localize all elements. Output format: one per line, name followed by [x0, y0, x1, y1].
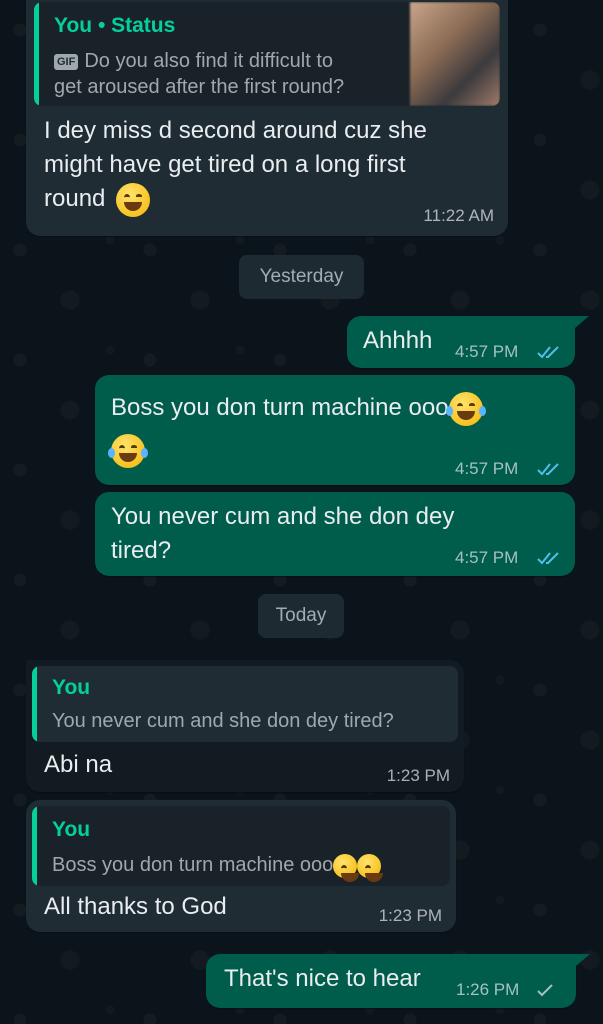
- double-check-icon: [537, 346, 559, 359]
- message-time: 4:57 PM: [455, 459, 519, 478]
- grinning-emoji: [116, 182, 151, 217]
- status-thumbnail: [410, 2, 500, 106]
- gif-badge: GIF: [54, 53, 79, 70]
- message-text: Boss you don turn machine ooo: [108, 391, 561, 468]
- quote-text: GIF Do you also find it difficult to get …: [54, 50, 345, 98]
- quote-text: Boss you don turn machine ooo: [52, 852, 384, 882]
- message-time: 1:23 PM: [378, 906, 442, 925]
- message-text: All thanks to God: [44, 893, 227, 920]
- message-text: Ahhhh: [363, 327, 433, 354]
- quote-author: You: [52, 818, 91, 841]
- tears-of-joy-emoji: [357, 853, 384, 882]
- quote-author: You • Status: [54, 14, 176, 37]
- outgoing-message[interactable]: Boss you don turn machine ooo 4:57 PM: [95, 375, 575, 485]
- incoming-message[interactable]: You • Status GIF Do you also find it diff…: [26, 0, 508, 236]
- message-text: I dey miss d second around cuz she might…: [44, 114, 494, 217]
- message-time: 4:57 PM: [455, 548, 519, 567]
- message-tail: [575, 316, 589, 328]
- tears-of-joy-emoji: [108, 433, 148, 468]
- message-text: That's nice to hear: [224, 965, 421, 992]
- double-check-icon: [537, 552, 559, 565]
- outgoing-message[interactable]: Ahhhh 4:57 PM: [347, 316, 575, 368]
- tears-of-joy-emoji: [333, 853, 360, 882]
- quoted-message[interactable]: You Boss you don turn machine ooo: [32, 806, 450, 886]
- message-time: 1:26 PM: [456, 980, 520, 999]
- double-check-icon: [537, 463, 559, 476]
- outgoing-message[interactable]: You never cum and she don dey tired? 4:5…: [95, 492, 575, 576]
- message-text: Abi na: [44, 751, 113, 778]
- date-chip-today: Today: [258, 594, 344, 638]
- message-time: 4:57 PM: [455, 342, 519, 361]
- quote-text: You never cum and she don dey tired?: [52, 710, 394, 732]
- outgoing-message[interactable]: That's nice to hear 1:26 PM: [206, 954, 576, 1008]
- quote-author: You: [52, 676, 91, 699]
- message-tail: [576, 954, 590, 966]
- message-time: 11:22 AM: [423, 206, 494, 225]
- quoted-status[interactable]: You • Status GIF Do you also find it diff…: [34, 2, 500, 106]
- tears-of-joy-emoji: [445, 391, 486, 426]
- quoted-message[interactable]: You You never cum and she don dey tired?: [32, 666, 458, 742]
- incoming-message[interactable]: You Boss you don turn machine ooo All th…: [26, 800, 456, 932]
- message-time: 1:23 PM: [386, 766, 450, 785]
- date-chip-yesterday: Yesterday: [239, 255, 364, 299]
- single-check-icon: [537, 984, 553, 997]
- incoming-message-highlighted[interactable]: You You never cum and she don dey tired?…: [26, 660, 464, 792]
